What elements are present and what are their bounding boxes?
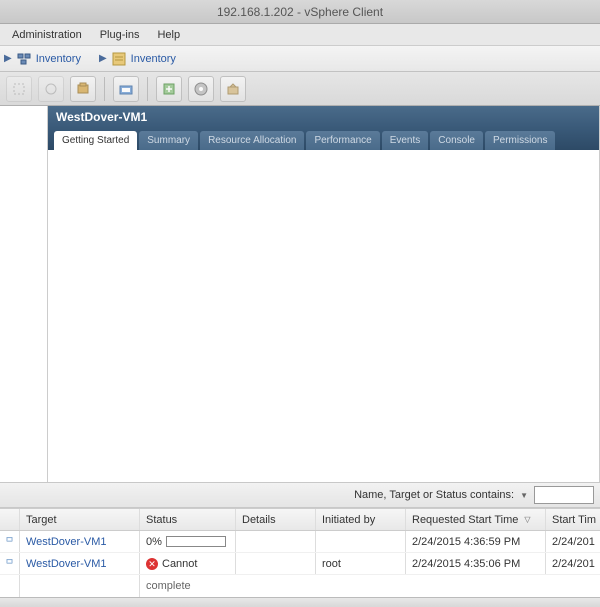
task-target[interactable]: WestDover-VM1 [26, 558, 106, 570]
menu-help[interactable]: Help [149, 27, 188, 43]
tab-performance[interactable]: Performance [306, 131, 379, 150]
inventory-list-icon [111, 51, 127, 67]
tab-permissions[interactable]: Permissions [485, 131, 555, 150]
col-details[interactable]: Details [236, 509, 316, 530]
error-icon: ✕ [146, 558, 158, 570]
tab-strip: Getting Started Summary Resource Allocat… [48, 128, 599, 150]
task-row-overflow: complete [0, 575, 600, 597]
toolbar-btn-6[interactable] [188, 76, 214, 102]
task-target[interactable]: WestDover-VM1 [26, 536, 106, 548]
col-start[interactable]: Start Tim [546, 509, 600, 530]
toolbar-btn-4[interactable] [113, 76, 139, 102]
breadcrumb: ▶ Inventory ▶ Inventory [0, 46, 600, 72]
tab-getting-started[interactable]: Getting Started [54, 131, 137, 150]
content-panel: WestDover-VM1 Getting Started Summary Re… [48, 106, 600, 482]
breadcrumb-inventory-1[interactable]: Inventory [36, 53, 81, 65]
tab-events[interactable]: Events [382, 131, 429, 150]
task-status-text: Cannot [162, 558, 197, 570]
vm-icon [6, 534, 13, 550]
breadcrumb-inventory-2[interactable]: Inventory [131, 53, 176, 65]
menubar: Administration Plug-ins Help [0, 24, 600, 46]
task-start: 2/24/201 [546, 531, 600, 552]
window-title: 192.168.1.202 - vSphere Client [0, 0, 600, 24]
filter-input[interactable] [534, 486, 594, 504]
task-requested: 2/24/2015 4:36:59 PM [406, 531, 546, 552]
tab-resource-allocation[interactable]: Resource Allocation [200, 131, 304, 150]
tab-content [48, 150, 599, 482]
task-details [236, 531, 316, 552]
task-requested: 2/24/2015 4:35:06 PM [406, 553, 546, 574]
menu-plugins[interactable]: Plug-ins [92, 27, 148, 43]
filter-bar: Name, Target or Status contains: ▼ [0, 482, 600, 508]
toolbar-btn-5[interactable] [156, 76, 182, 102]
status-bar [0, 597, 600, 607]
task-initiated: root [316, 553, 406, 574]
toolbar [0, 72, 600, 106]
toolbar-separator [104, 77, 105, 101]
col-target[interactable]: Target [20, 509, 140, 530]
host-title: WestDover-VM1 [48, 106, 599, 128]
task-initiated [316, 531, 406, 552]
vm-icon [6, 556, 13, 572]
filter-label: Name, Target or Status contains: [354, 489, 514, 501]
tab-console[interactable]: Console [430, 131, 483, 150]
tasks-header: Target Status Details Initiated by Reque… [0, 509, 600, 531]
col-requested[interactable]: Requested Start Time▽ [406, 509, 546, 530]
toolbar-btn-2[interactable] [38, 76, 64, 102]
menu-administration[interactable]: Administration [4, 27, 90, 43]
tasks-panel: Target Status Details Initiated by Reque… [0, 508, 600, 597]
sidebar [0, 106, 48, 482]
toolbar-btn-7[interactable] [220, 76, 246, 102]
chevron-right-icon: ▶ [4, 53, 12, 64]
col-initiated[interactable]: Initiated by [316, 509, 406, 530]
task-percent: 0% [146, 536, 162, 548]
task-details [236, 553, 316, 574]
col-blank[interactable] [0, 509, 20, 530]
tab-summary[interactable]: Summary [139, 131, 198, 150]
task-start: 2/24/201 [546, 553, 600, 574]
main-area: WestDover-VM1 Getting Started Summary Re… [0, 106, 600, 482]
toolbar-btn-3[interactable] [70, 76, 96, 102]
inventory-icon [16, 51, 32, 67]
task-row[interactable]: WestDover-VM1 0% 2/24/2015 4:36:59 PM 2/… [0, 531, 600, 553]
col-status[interactable]: Status [140, 509, 236, 530]
toolbar-separator [147, 77, 148, 101]
progress-bar [166, 536, 226, 547]
task-row[interactable]: WestDover-VM1 ✕ Cannot root 2/24/2015 4:3… [0, 553, 600, 575]
sort-desc-icon: ▽ [524, 515, 530, 524]
toolbar-btn-1[interactable] [6, 76, 32, 102]
chevron-right-icon: ▶ [99, 53, 107, 64]
filter-dropdown-icon[interactable]: ▼ [520, 491, 528, 500]
